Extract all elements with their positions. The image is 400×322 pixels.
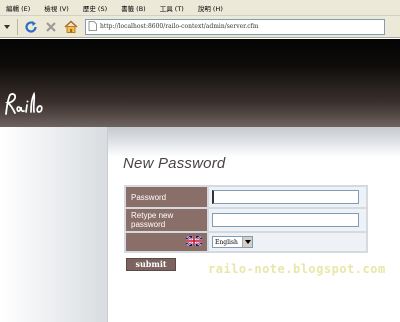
language-selected-value: English	[215, 238, 238, 246]
retype-password-label: Retype new password	[124, 207, 209, 233]
menu-help[interactable]: 說明 (H)	[198, 3, 223, 13]
password-input[interactable]	[212, 190, 359, 204]
uk-flag-icon	[185, 235, 203, 248]
content-top-gradient	[108, 127, 400, 157]
browser-toolbar	[0, 16, 400, 38]
page-title: New Password	[123, 155, 226, 172]
retype-password-field-cell	[207, 207, 368, 233]
menu-view[interactable]: 檢視 (V)	[44, 3, 69, 13]
address-input[interactable]	[100, 20, 370, 33]
retype-password-row: Retype new password	[124, 207, 368, 233]
left-navigation-panel	[0, 127, 108, 322]
toolbar-separator	[17, 18, 18, 35]
railo-logo	[3, 90, 53, 120]
browser-menu-bar: 編輯 (E) 檢視 (V) 歷史 (S) 書籤 (B) 工具 (T) 說明 (H…	[0, 0, 400, 16]
menu-history[interactable]: 歷史 (S)	[83, 3, 107, 13]
menu-tools[interactable]: 工具 (T)	[160, 3, 184, 13]
password-row: Password	[124, 185, 368, 209]
menu-bookmarks[interactable]: 書籤 (B)	[121, 3, 146, 13]
chevron-down-icon[interactable]	[242, 237, 252, 247]
menu-edit[interactable]: 編輯 (E)	[6, 3, 30, 13]
language-label-cell	[124, 231, 209, 253]
submit-button[interactable]: submit	[126, 258, 176, 271]
home-icon[interactable]	[63, 19, 79, 35]
password-field-cell	[207, 185, 368, 209]
language-row: English	[124, 231, 368, 253]
reload-icon[interactable]	[23, 19, 39, 35]
new-password-form: Password Retype new password English	[124, 185, 368, 253]
language-select[interactable]: English	[212, 236, 253, 248]
blog-watermark: railo-note.blogspot.com	[208, 262, 386, 276]
password-label: Password	[124, 185, 209, 209]
retype-password-input[interactable]	[212, 213, 359, 227]
railo-header	[0, 39, 400, 127]
page-icon	[88, 20, 97, 33]
language-field-cell: English	[207, 231, 368, 253]
history-dropdown-icon[interactable]	[0, 19, 14, 35]
address-bar[interactable]	[85, 18, 385, 35]
stop-icon[interactable]	[43, 19, 59, 35]
